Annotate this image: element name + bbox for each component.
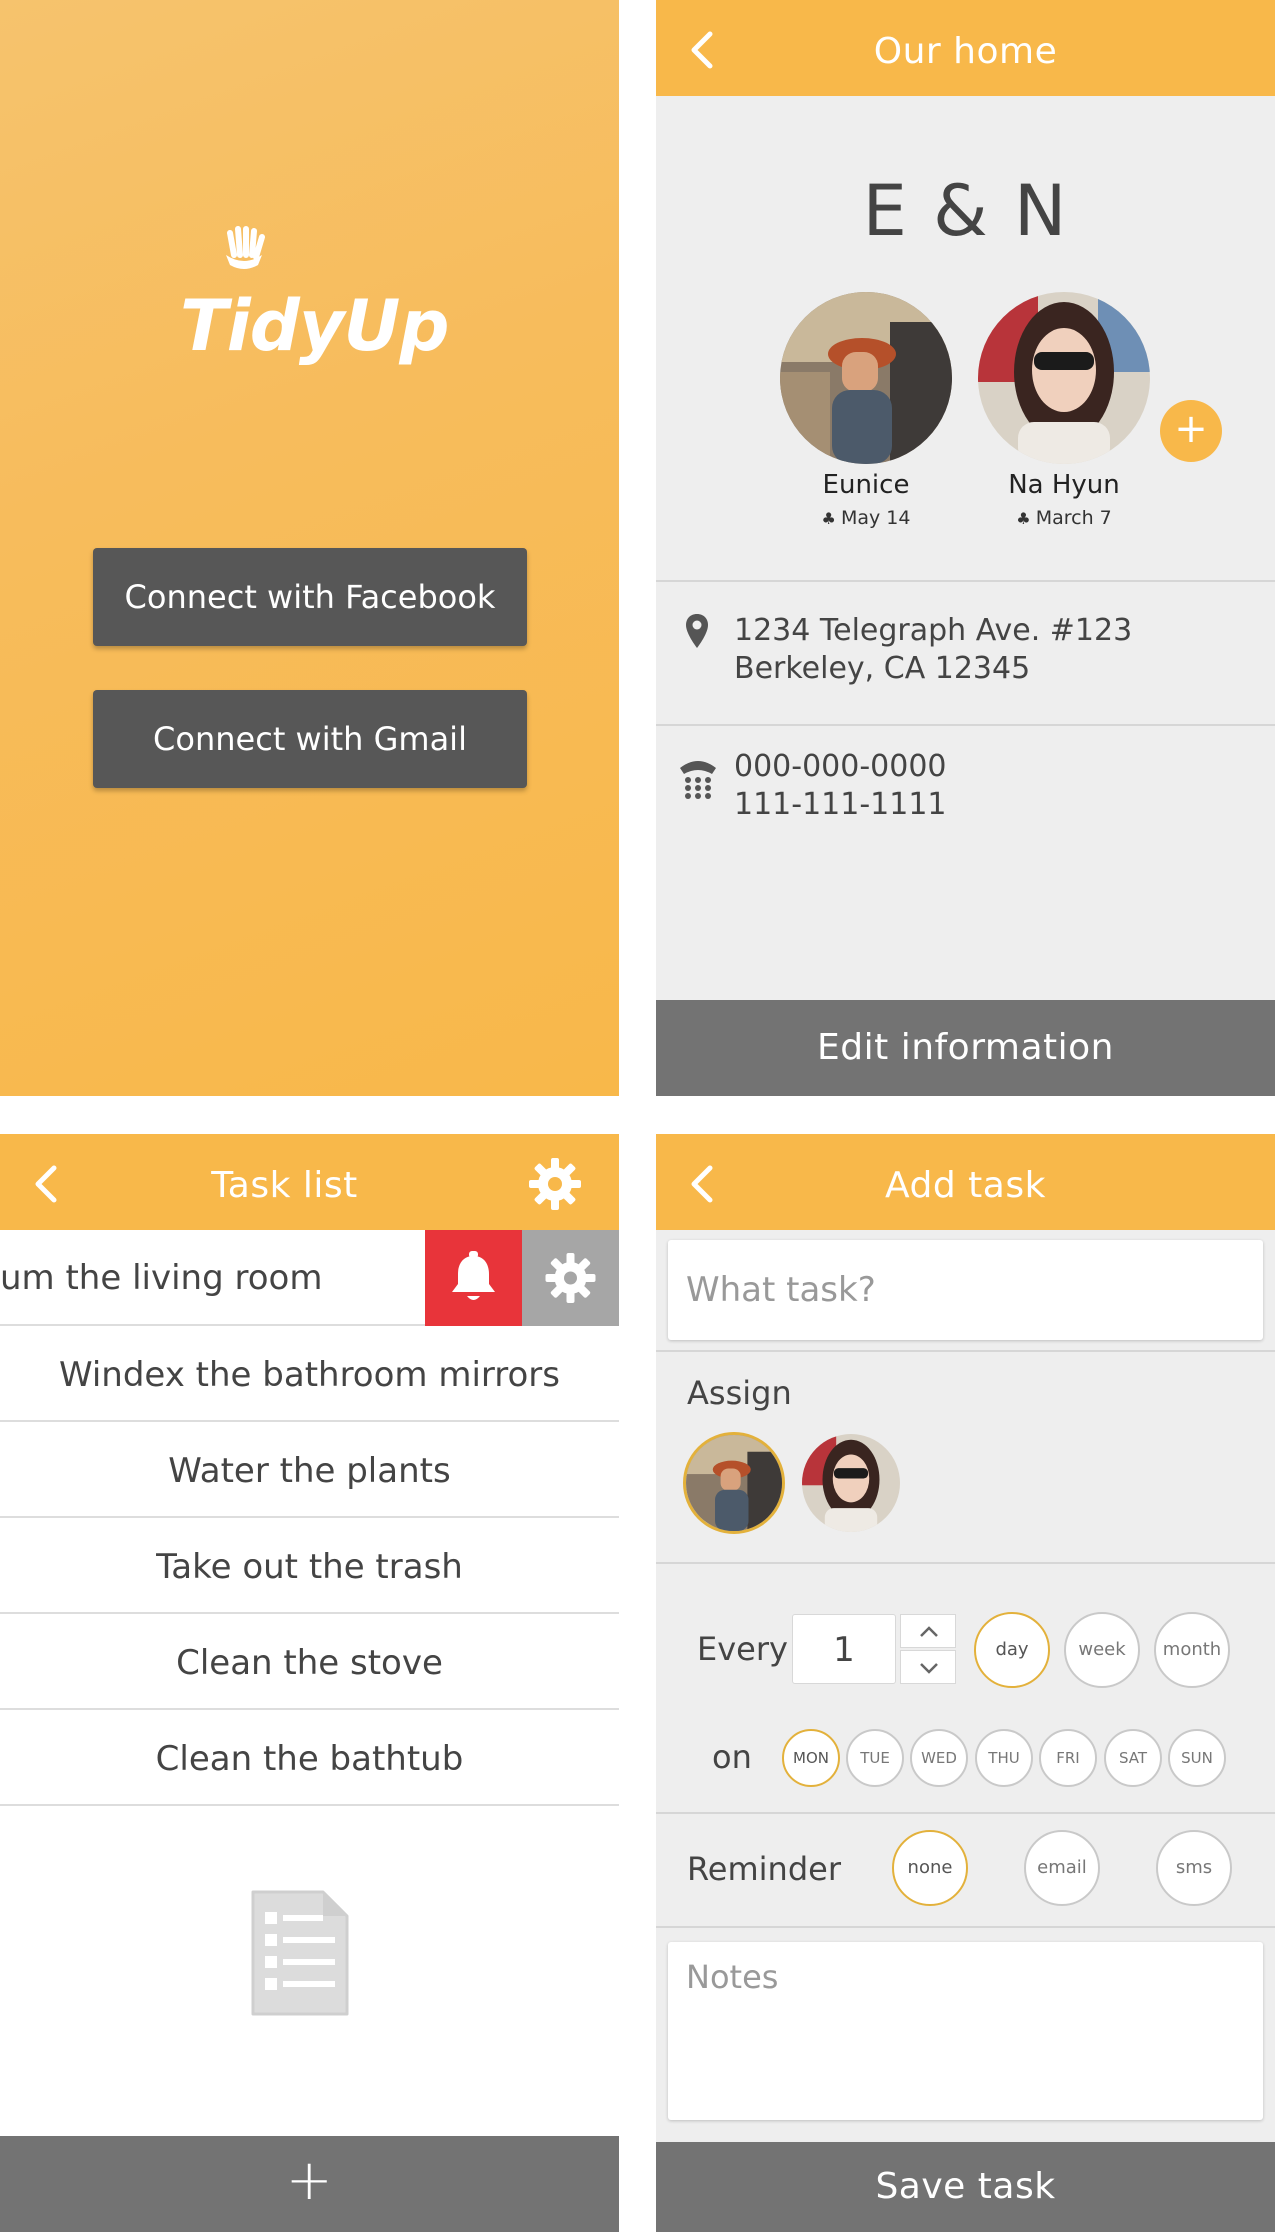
logo-text: TidyUp (180, 285, 449, 367)
assign-avatar-na-hyun[interactable] (802, 1434, 900, 1532)
day-wed-option[interactable]: WED (910, 1729, 968, 1787)
divider (656, 1926, 1275, 1928)
address-line-1: 1234 Telegraph Ave. #123 (734, 613, 1133, 648)
repeat-count-input[interactable]: 1 (792, 1614, 896, 1684)
task-settings-button[interactable] (522, 1230, 619, 1326)
day-thu-option[interactable]: THU (975, 1729, 1033, 1787)
task-name-input[interactable]: What task? (668, 1240, 1263, 1340)
save-task-button[interactable]: Save task (656, 2142, 1275, 2232)
phone-numbers: 000-000-0000 111-111-1111 (734, 748, 947, 824)
task-label: um the living room (0, 1258, 323, 1298)
divider (656, 1562, 1275, 1564)
gear-icon (545, 1253, 596, 1303)
task-row[interactable]: Windex the bathroom mirrors (0, 1328, 619, 1422)
phone-number-1: 000-000-0000 (734, 749, 947, 784)
address: 1234 Telegraph Ave. #123 Berkeley, CA 12… (734, 612, 1132, 688)
assign-avatar-eunice[interactable] (683, 1432, 785, 1534)
assign-label: Assign (687, 1374, 792, 1412)
notes-input[interactable]: Notes (668, 1942, 1263, 2120)
page-title: Our home (873, 31, 1058, 72)
task-row[interactable]: Take out the trash (0, 1520, 619, 1614)
day-fri-option[interactable]: FRI (1039, 1729, 1097, 1787)
divider (656, 1350, 1275, 1352)
day-mon-option[interactable]: MON (782, 1729, 840, 1787)
broom-icon: ♣ (821, 509, 841, 528)
birthday-date: March 7 (1035, 507, 1112, 529)
day-sun-option[interactable]: SUN (1168, 1729, 1226, 1787)
connect-gmail-button[interactable]: Connect with Gmail (93, 690, 527, 788)
reminder-label: Reminder (687, 1850, 841, 1888)
divider (656, 580, 1275, 582)
task-row[interactable]: Clean the bathtub (0, 1712, 619, 1806)
task-row[interactable]: Clean the stove (0, 1616, 619, 1710)
every-label: Every (697, 1630, 788, 1668)
settings-gear-icon[interactable] (527, 1156, 583, 1212)
home-name: E & N (862, 170, 1069, 252)
avatar-eunice[interactable] (780, 292, 952, 464)
header: Our home (656, 0, 1275, 96)
chevron-up-icon (920, 1626, 938, 1637)
add-task-button[interactable]: + (0, 2136, 619, 2232)
member-birthday: ♣ May 14 (766, 507, 966, 529)
address-line-2: Berkeley, CA 12345 (734, 651, 1031, 686)
day-sat-option[interactable]: SAT (1104, 1729, 1162, 1787)
chevron-down-icon (920, 1663, 938, 1674)
phone-icon (680, 761, 716, 799)
task-row-swiped[interactable]: um the living room (0, 1230, 619, 1326)
checklist-document-icon (251, 1890, 349, 2016)
reminder-button[interactable] (425, 1230, 522, 1326)
reminder-email-option[interactable]: email (1024, 1830, 1100, 1906)
reminder-sms-option[interactable]: sms (1156, 1830, 1232, 1906)
birthday-date: May 14 (840, 507, 911, 529)
day-tue-option[interactable]: TUE (846, 1729, 904, 1787)
avatar-na-hyun[interactable] (978, 292, 1150, 464)
location-pin-icon (686, 614, 708, 648)
phone-number-2: 111-111-1111 (734, 787, 947, 822)
connect-facebook-button[interactable]: Connect with Facebook (93, 548, 527, 646)
home-screen: Our home E & N Eunice ♣ May 14 Na Hyun ♣… (656, 0, 1275, 1096)
divider (656, 724, 1275, 726)
task-row[interactable]: Water the plants (0, 1424, 619, 1518)
increment-button[interactable] (900, 1614, 956, 1648)
edit-information-button[interactable]: Edit information (656, 1000, 1275, 1096)
broom-icon: ♣ (1016, 509, 1036, 528)
divider (656, 1812, 1275, 1814)
period-month-option[interactable]: month (1154, 1612, 1230, 1688)
header: Add task (656, 1134, 1275, 1230)
bell-icon (452, 1251, 495, 1300)
period-day-option[interactable]: day (974, 1612, 1050, 1688)
decrement-button[interactable] (900, 1650, 956, 1684)
page-title: Add task (885, 1165, 1046, 1206)
tidyup-logo: TidyUp (170, 225, 460, 385)
login-screen: TidyUp Connect with Facebook Connect wit… (0, 0, 619, 1096)
header: Task list (0, 1134, 619, 1230)
on-label: on (712, 1738, 752, 1776)
member-name: Eunice (822, 470, 910, 500)
add-member-button[interactable]: + (1160, 400, 1222, 462)
add-task-screen: Add task What task? Assign Every 1 day w… (656, 1134, 1275, 2232)
member-name: Na Hyun (1008, 470, 1120, 500)
period-week-option[interactable]: week (1064, 1612, 1140, 1688)
reminder-none-option[interactable]: none (892, 1830, 968, 1906)
task-list-screen: Task list um the living room Windex the … (0, 1134, 619, 2232)
member-birthday: ♣ March 7 (964, 507, 1164, 529)
